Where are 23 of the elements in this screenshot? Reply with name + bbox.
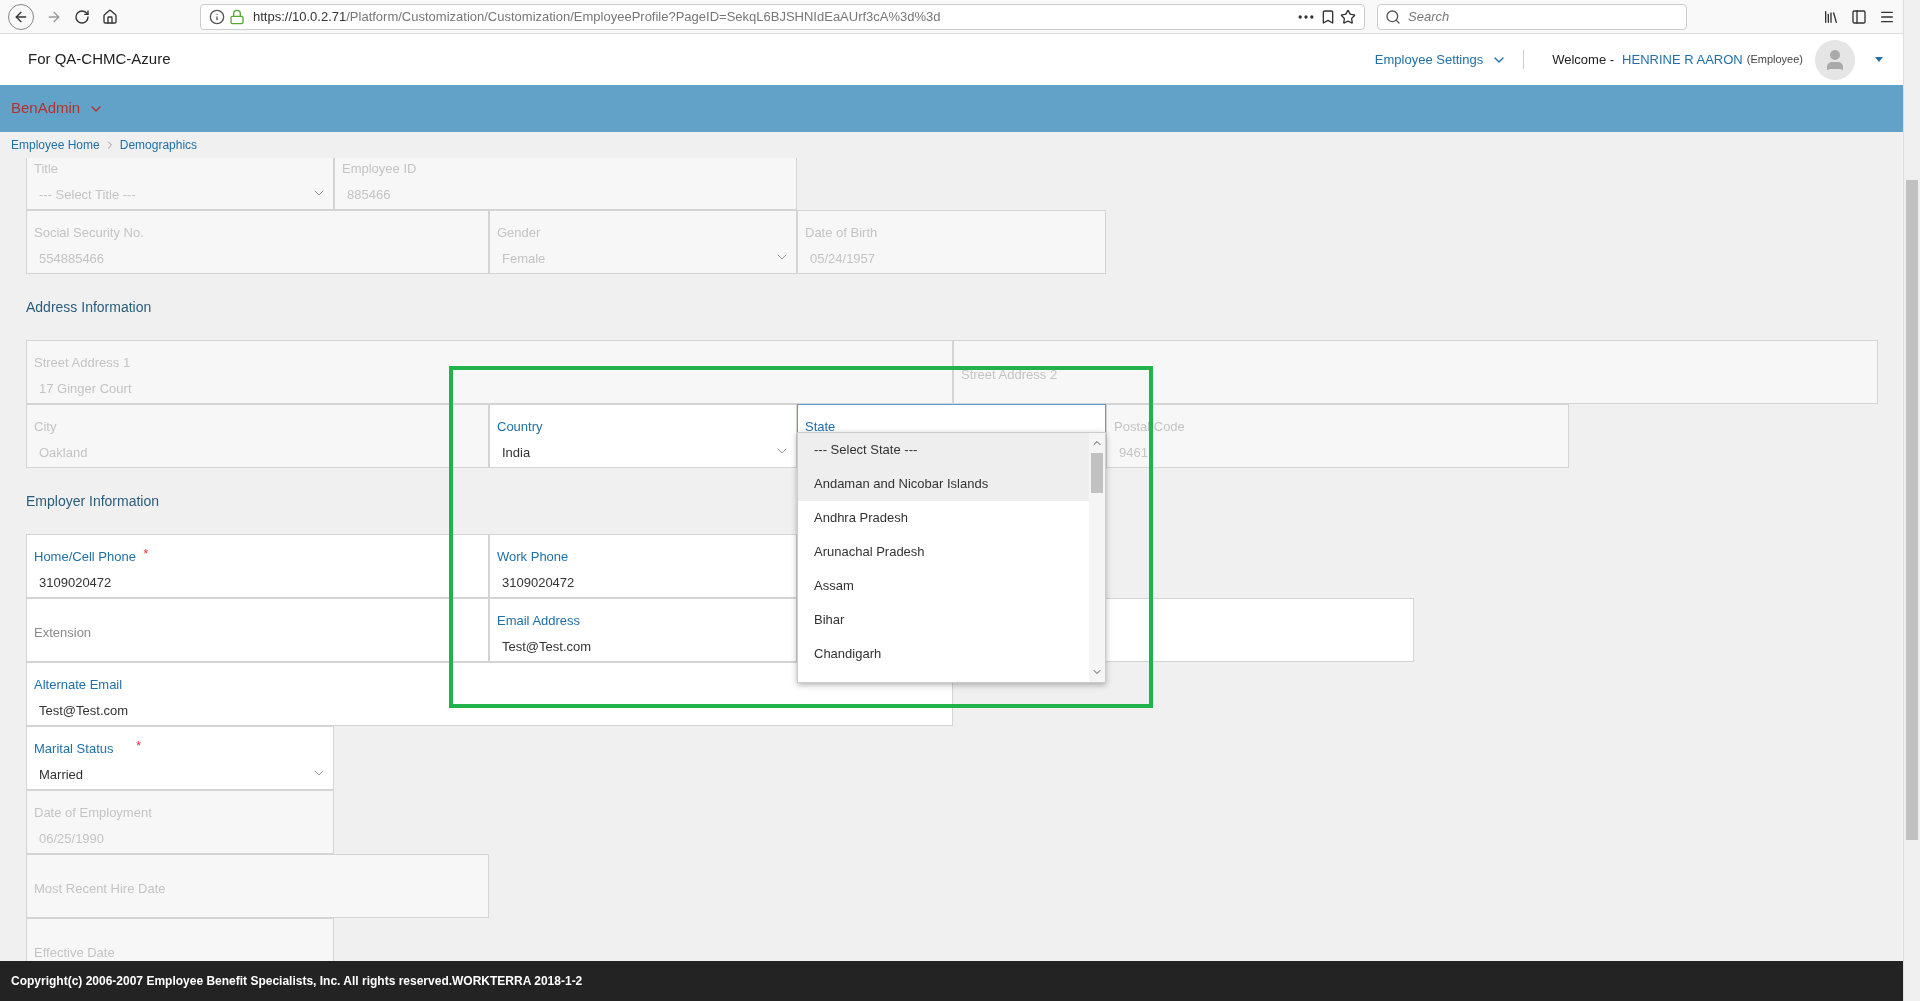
url-text: https://10.0.2.71/Platform/Customization/Customization/EmployeeProfile?PageID=SekqL6BJSHNIdEaAUrf3cA%3d%3d (253, 7, 941, 26)
organization-name: For QA-CHMC-Azure (28, 49, 171, 70)
field-label: Alternate Email (34, 676, 123, 694)
field-label: Home/Cell Phone (34, 548, 136, 566)
field-value: 3109020472 (502, 574, 575, 592)
field-value: India (502, 444, 531, 462)
field-value: Test@Test.com (502, 638, 592, 656)
field-label: Country (497, 418, 543, 436)
required-mark: * (136, 738, 141, 755)
field-value: Test@Test.com (39, 702, 129, 720)
field-label: Marital Status (34, 740, 114, 758)
copyright-text: Copyright(c) 2006-2007 Employee Benefit Specialists, Inc. All rights reserved.WORKTERRA 2018-1-2 (11, 973, 583, 990)
field-label: State (805, 418, 836, 436)
user-role: (Employee) (1746, 52, 1803, 68)
field-placeholder: Extension (34, 624, 92, 642)
field-label: Email Address (497, 612, 581, 630)
field-value: 3109020472 (39, 574, 112, 592)
section-heading: Address Information (26, 297, 152, 317)
field-value: Married (39, 766, 84, 784)
field-label: Work Phone (497, 548, 569, 566)
section-heading: Employer Information (26, 491, 160, 511)
welcome-text: Welcome - (1552, 50, 1615, 69)
required-mark: * (143, 546, 149, 563)
